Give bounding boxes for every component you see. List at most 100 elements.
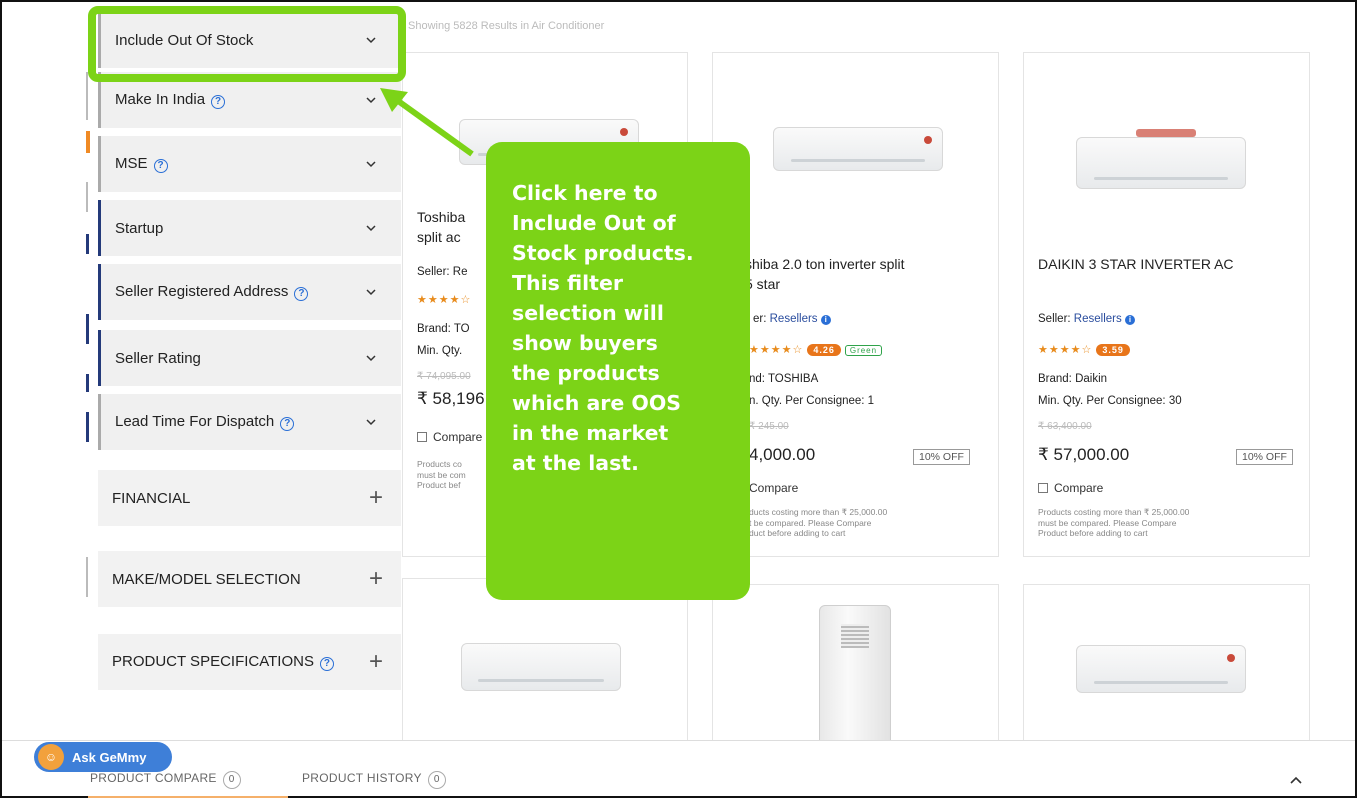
product-title-line2[interactable]: split ac bbox=[417, 229, 461, 245]
product-card[interactable]: DAIKIN 3 STAR INVERTER AC Seller: Resell… bbox=[1023, 52, 1310, 557]
filter-label-wrap: Make In India? bbox=[115, 91, 226, 109]
ask-gemmy-label: Ask GeMmy bbox=[72, 749, 147, 765]
product-image[interactable] bbox=[461, 643, 621, 691]
help-icon[interactable]: ? bbox=[280, 417, 295, 431]
compare-label: Compare bbox=[433, 430, 483, 444]
product-compare-tab[interactable]: PRODUCT COMPARE 0 bbox=[90, 771, 241, 789]
left-edge-mark bbox=[86, 314, 89, 344]
rating-badge: 3.59 bbox=[1096, 344, 1130, 356]
product-card[interactable] bbox=[712, 584, 999, 749]
left-edge-mark bbox=[86, 557, 88, 597]
note-line: Product before adding to cart bbox=[1038, 528, 1148, 539]
filter-label: Seller Rating bbox=[115, 349, 201, 367]
product-price: ₹ 58,196 bbox=[417, 389, 485, 408]
seller-label: Seller: Re bbox=[417, 266, 468, 278]
seller-name-link[interactable]: Resellers bbox=[770, 313, 818, 325]
filter-seller-registered-address[interactable]: Seller Registered Address? bbox=[98, 264, 401, 320]
help-icon[interactable]: ? bbox=[294, 287, 309, 301]
rating-row: ★★★★☆ 3.59 bbox=[1038, 343, 1130, 356]
left-edge-mark bbox=[86, 182, 88, 212]
compare-note: Products costing more than ₹ 25,000.00 m… bbox=[1038, 507, 1189, 539]
product-image[interactable] bbox=[1076, 137, 1246, 189]
product-image[interactable] bbox=[773, 127, 943, 171]
filter-label: Startup bbox=[115, 219, 164, 237]
checkbox-icon[interactable] bbox=[1038, 483, 1048, 493]
note-line: duct before adding to cart bbox=[749, 528, 846, 539]
section-financial[interactable]: FINANCIAL + bbox=[98, 470, 401, 526]
min-qty-text: n. Qty. Per Consignee: 1 bbox=[749, 395, 875, 407]
section-label-wrap: PRODUCT SPECIFICATIONS? bbox=[112, 653, 334, 671]
section-make-model-selection[interactable]: MAKE/MODEL SELECTION + bbox=[98, 551, 401, 607]
filter-lead-time-for-dispatch[interactable]: Lead Time For Dispatch? bbox=[98, 394, 401, 450]
compare-note: ducts costing more than ₹ 25,000.00 t be… bbox=[749, 507, 887, 539]
note-line: Products co bbox=[417, 459, 462, 469]
info-icon[interactable]: i bbox=[1124, 315, 1135, 325]
help-icon[interactable]: ? bbox=[211, 95, 226, 109]
help-icon[interactable]: ? bbox=[153, 159, 168, 173]
help-icon[interactable]: ? bbox=[319, 657, 334, 671]
left-edge-orange-mark bbox=[86, 131, 90, 153]
product-card[interactable] bbox=[402, 578, 688, 748]
filter-label-wrap: Seller Registered Address? bbox=[115, 283, 309, 301]
left-edge-mark bbox=[86, 412, 89, 442]
seller-label: er: bbox=[753, 313, 770, 325]
chevron-down-icon bbox=[366, 225, 376, 232]
highlight-box bbox=[88, 6, 406, 82]
product-title[interactable]: shiba 2.0 ton inverter split bbox=[745, 256, 905, 272]
product-title[interactable]: DAIKIN 3 STAR INVERTER AC bbox=[1038, 256, 1234, 272]
seller-name-link[interactable]: Resellers bbox=[1074, 313, 1122, 325]
section-label: MAKE/MODEL SELECTION bbox=[112, 570, 301, 588]
left-edge-mark bbox=[86, 72, 88, 120]
product-title-line2[interactable]: 5 star bbox=[745, 276, 780, 292]
note-line: Product bef bbox=[417, 480, 461, 491]
callout-line: Include Out of bbox=[512, 211, 676, 235]
filter-seller-rating[interactable]: Seller Rating bbox=[98, 330, 401, 386]
ask-gemmy-button[interactable]: ☺ Ask GeMmy bbox=[34, 742, 172, 772]
rating-stars: ★★★★☆ bbox=[417, 294, 472, 306]
history-count: 0 bbox=[427, 771, 446, 789]
left-edge-mark bbox=[86, 234, 89, 254]
callout-tooltip: Click here to Include Out of Stock produ… bbox=[486, 142, 750, 600]
compare-label: Compare bbox=[1054, 481, 1104, 495]
info-icon[interactable]: i bbox=[820, 315, 831, 325]
plus-icon: + bbox=[368, 484, 383, 511]
compare-checkbox[interactable]: Compare bbox=[749, 481, 798, 495]
bottom-bar: PRODUCT COMPARE 0 PRODUCT HISTORY 0 bbox=[2, 740, 1355, 796]
chevron-down-icon bbox=[366, 419, 376, 426]
callout-line: Stock products. bbox=[512, 241, 694, 265]
brand-text: nd: TOSHIBA bbox=[749, 373, 819, 385]
green-badge: Green bbox=[844, 345, 883, 356]
plus-icon: + bbox=[368, 648, 383, 675]
filter-label: Seller Registered Address bbox=[115, 283, 289, 300]
product-card[interactable]: shiba 2.0 ton inverter split 5 star er: … bbox=[712, 52, 999, 557]
mrp-price: ₹ 63,400.00 bbox=[1038, 421, 1092, 432]
left-edge-mark bbox=[86, 374, 89, 392]
product-history-tab[interactable]: PRODUCT HISTORY 0 bbox=[302, 771, 446, 789]
filter-startup[interactable]: Startup bbox=[98, 200, 401, 256]
filter-mse[interactable]: MSE? bbox=[98, 136, 401, 192]
seller-info: Seller: Resellers i bbox=[1038, 313, 1135, 325]
rating-badge: 4.26 bbox=[807, 344, 841, 356]
note-line: must be compared. Please Compare bbox=[1038, 517, 1177, 528]
product-card[interactable] bbox=[1023, 584, 1310, 748]
note-line: must be com bbox=[417, 469, 466, 480]
seller-info: er: Resellers i bbox=[753, 313, 831, 325]
compare-checkbox[interactable]: Compare bbox=[417, 430, 482, 444]
brand-text: Brand: Daikin bbox=[1038, 373, 1108, 385]
product-title[interactable]: Toshiba bbox=[417, 209, 465, 225]
mrp-price: ₹ 74,095.00 bbox=[417, 371, 471, 382]
filter-label: MSE bbox=[115, 155, 148, 172]
rating-stars: ★★★★☆ bbox=[749, 344, 804, 356]
chevron-up-icon[interactable] bbox=[1289, 773, 1303, 787]
product-image[interactable] bbox=[1076, 645, 1246, 693]
product-compare-label: PRODUCT COMPARE bbox=[90, 771, 217, 785]
callout-line: Click here to bbox=[512, 181, 658, 205]
callout-line: This filter bbox=[512, 271, 623, 295]
callout-line: show buyers bbox=[512, 331, 658, 355]
section-product-specifications[interactable]: PRODUCT SPECIFICATIONS? + bbox=[98, 634, 401, 690]
checkbox-icon[interactable] bbox=[417, 432, 427, 442]
plus-icon: + bbox=[368, 565, 383, 592]
product-image[interactable] bbox=[819, 605, 891, 749]
compare-checkbox[interactable]: Compare bbox=[1038, 481, 1103, 495]
note-line: ducts costing more than ₹ 25,000.00 bbox=[749, 507, 888, 517]
